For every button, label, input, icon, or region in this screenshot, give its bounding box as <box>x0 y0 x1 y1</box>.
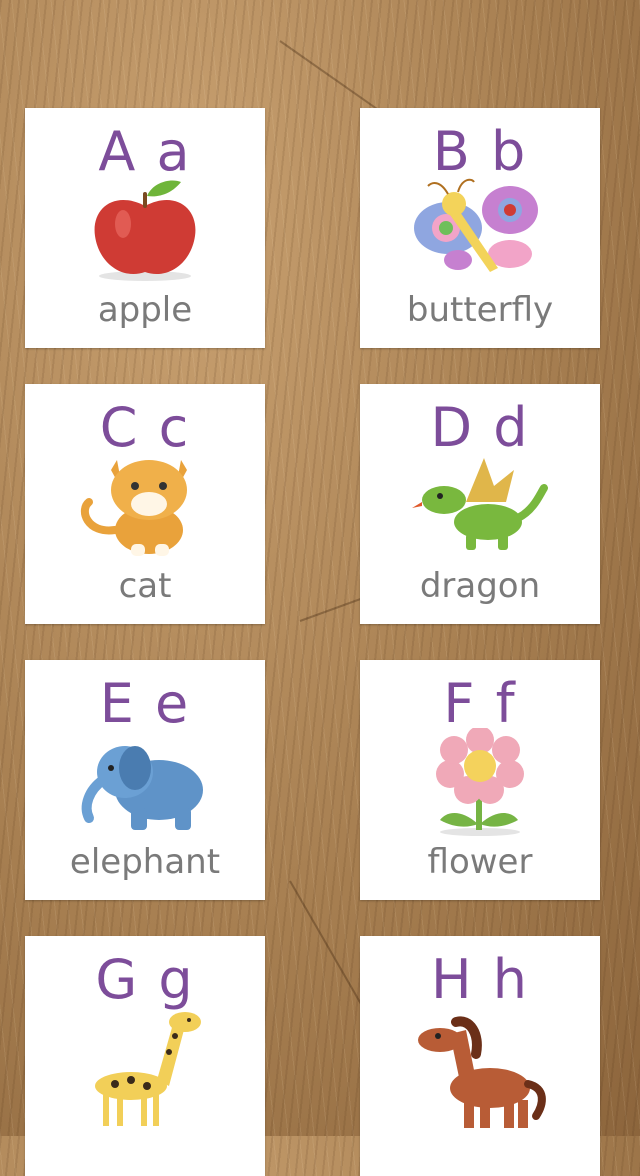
word-label: dragon <box>419 566 541 606</box>
dragon-icon <box>412 458 548 550</box>
letter-card-b[interactable]: B b butterfly <box>360 108 600 348</box>
horse-icon <box>418 1016 546 1128</box>
alphabet-screen: { "cards": [ {"letters": "A a", "word": … <box>0 0 640 1176</box>
letter-card-d[interactable]: D d dragon <box>360 384 600 624</box>
flower-icon <box>436 728 524 836</box>
letter-card-g[interactable]: G g <box>25 936 265 1176</box>
letter-pair: G g <box>95 948 195 1011</box>
butterfly-icon <box>414 178 538 272</box>
word-label: elephant <box>69 842 221 882</box>
letter-card-h[interactable]: H h <box>360 936 600 1176</box>
apple-icon <box>94 180 196 281</box>
letter-card-c[interactable]: C c cat <box>25 384 265 624</box>
letter-card-e[interactable]: E e elephant <box>25 660 265 900</box>
letter-pair: E e <box>99 672 191 735</box>
cat-icon <box>81 460 187 556</box>
letter-pair: H h <box>431 948 529 1011</box>
letter-pair: C c <box>99 396 191 459</box>
word-label: cat <box>118 566 172 606</box>
letter-pair: D d <box>430 396 530 459</box>
letter-card-a[interactable]: A a apple <box>25 108 265 348</box>
word-label: butterfly <box>406 290 554 330</box>
elephant-icon <box>81 746 203 830</box>
giraffe-icon <box>95 1012 201 1126</box>
letter-card-f[interactable]: F f flower <box>360 660 600 900</box>
word-label: apple <box>97 290 193 330</box>
word-label: flower <box>427 842 533 882</box>
letter-pair: A a <box>98 120 192 183</box>
letter-pair: B b <box>432 120 528 183</box>
letter-pair: F f <box>443 672 517 735</box>
